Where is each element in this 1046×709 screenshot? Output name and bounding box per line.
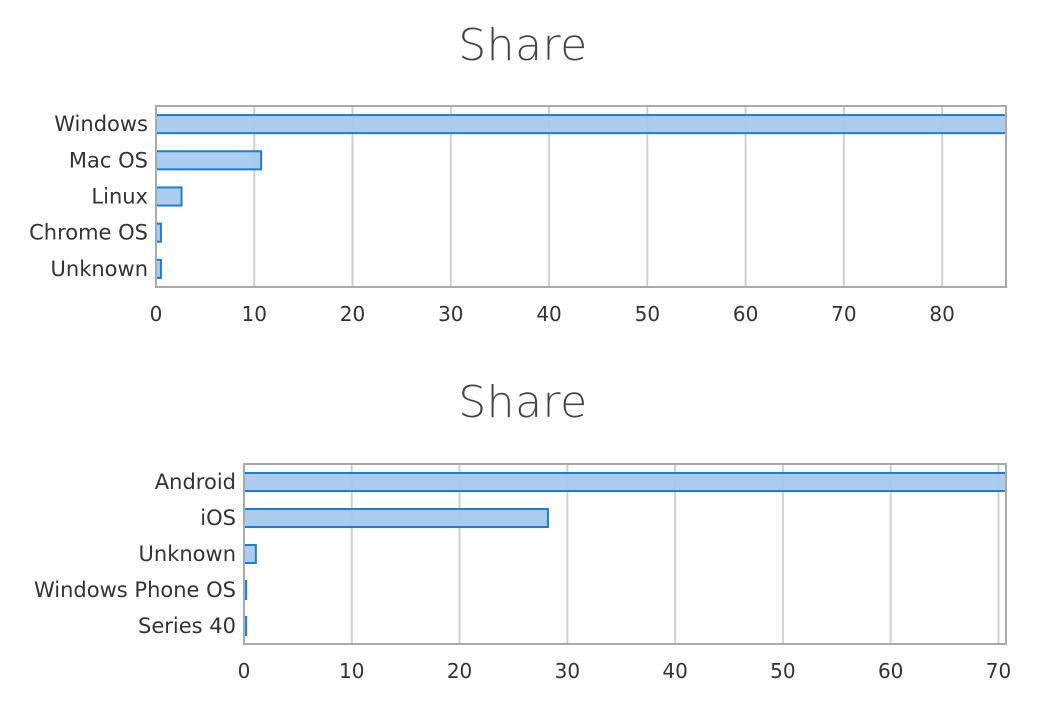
charts-canvas: 0 10 20 30 40 50 60 70 80 Windows Mac OS Linux Chrom… — [29, 105, 1011, 683]
x-tick-label: 30 — [555, 659, 580, 683]
x-tick-label: 20 — [447, 659, 472, 683]
x-tick-label: 40 — [662, 659, 687, 683]
category-label: Series 40 — [138, 614, 236, 638]
x-tick-label: 70 — [831, 302, 856, 326]
bar-windows — [155, 114, 1007, 135]
category-label: Linux — [91, 185, 148, 209]
category-label: Mac OS — [69, 148, 148, 172]
category-label: Android — [155, 470, 236, 494]
x-tick-label: 50 — [770, 659, 795, 683]
bar-mac-os — [155, 150, 263, 171]
x-tick-label: 10 — [242, 302, 267, 326]
x-tick-label: 80 — [929, 302, 954, 326]
bar-ios — [243, 508, 549, 528]
x-tick-label: 50 — [635, 302, 660, 326]
x-tick-label: 10 — [339, 659, 364, 683]
x-tick-label: 60 — [878, 659, 903, 683]
bar-linux — [155, 186, 183, 207]
x-tick-label: 30 — [438, 302, 463, 326]
category-label: Windows — [54, 112, 148, 136]
category-label: Unknown — [139, 542, 236, 566]
x-tick-label: 70 — [986, 659, 1011, 683]
category-label: Chrome OS — [29, 221, 148, 245]
x-tick-label: 0 — [150, 302, 163, 326]
bar-android — [243, 472, 1007, 492]
category-label: Windows Phone OS — [34, 578, 236, 602]
category-label: Unknown — [51, 257, 148, 281]
x-tick-label: 40 — [536, 302, 561, 326]
x-tick-label: 20 — [340, 302, 365, 326]
x-tick-label: 60 — [733, 302, 758, 326]
category-label: iOS — [200, 506, 236, 530]
bar-unknown — [243, 544, 257, 564]
x-tick-label: 0 — [238, 659, 251, 683]
